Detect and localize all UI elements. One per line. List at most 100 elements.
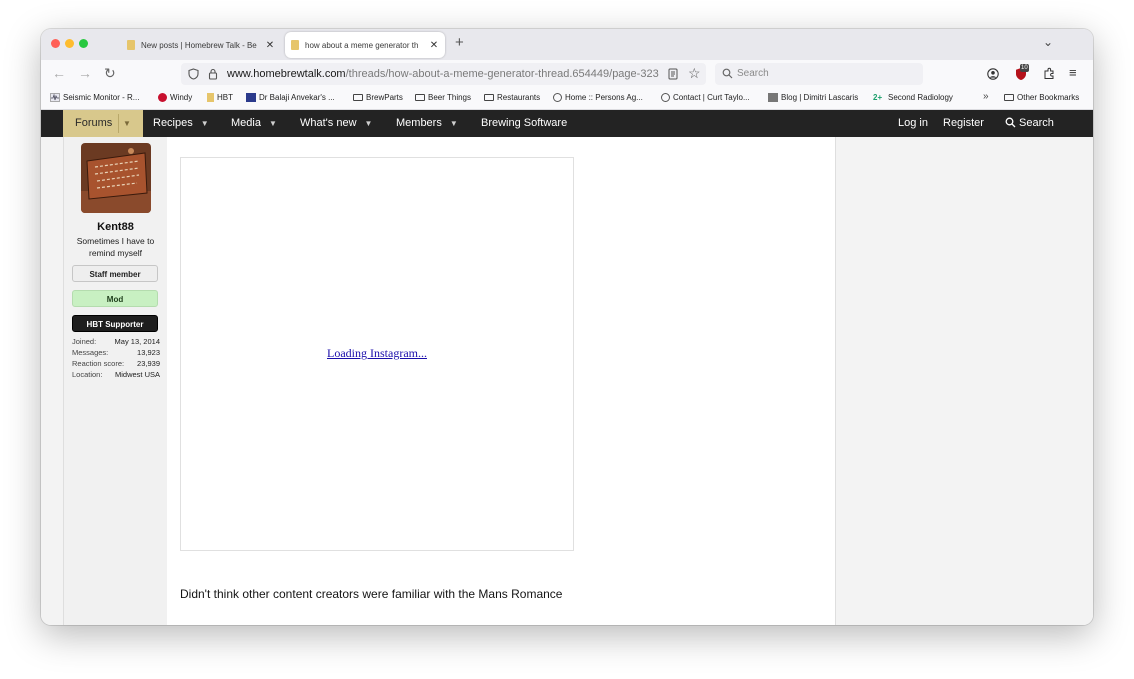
back-arrow-icon[interactable]: ←	[52, 65, 66, 81]
mod-badge: Mod	[72, 290, 158, 307]
ublock-extension-icon[interactable]: 10	[1015, 64, 1029, 81]
staff-member-badge: Staff member	[72, 265, 158, 282]
username[interactable]: Kent88	[64, 221, 167, 233]
close-tab-icon[interactable]: ✕	[265, 40, 275, 51]
forward-arrow-icon[interactable]: →	[78, 65, 92, 81]
stat-reaction-score: Reaction score: 23,939	[72, 359, 160, 370]
url-bar[interactable]: www.homebrewtalk.com/threads/how-about-a…	[181, 63, 706, 85]
post-body: Loading Instagram... Didn't think other …	[167, 137, 835, 625]
bookmark-dr-balaji[interactable]: Dr Balaji Anvekar's ...	[246, 93, 335, 102]
site-search-label: Search	[1019, 117, 1054, 129]
site-logo-icon	[553, 93, 562, 102]
bookmark-curt-taylor[interactable]: Contact | Curt Taylo...	[661, 93, 750, 102]
loading-instagram-link[interactable]: Loading Instagram...	[181, 346, 573, 361]
bookmark-beer-things[interactable]: Beer Things	[415, 93, 471, 102]
nav-forums[interactable]: Forums ▼	[63, 110, 143, 137]
avatar[interactable]	[81, 143, 151, 213]
tab-new-posts[interactable]: New posts | Homebrew Talk - Be ✕	[121, 32, 281, 58]
stat-joined: Joined: May 13, 2014	[72, 337, 160, 348]
beer-favicon-icon	[291, 40, 299, 50]
stat-messages: Messages: 13,923	[72, 348, 160, 359]
reload-icon[interactable]: ↻	[104, 65, 116, 81]
avatar-image	[81, 143, 151, 213]
close-window-button[interactable]	[51, 39, 60, 48]
list-tabs-chevron-icon[interactable]: ⌄	[1043, 35, 1053, 49]
beer-favicon-icon	[207, 93, 214, 102]
web-search-field[interactable]: Search	[715, 63, 923, 85]
nav-media-label: Media	[231, 117, 261, 129]
windy-logo-icon	[158, 93, 167, 102]
nav-whats-new-label: What's new	[300, 117, 357, 129]
bookmark-label: Home :: Persons Ag...	[565, 93, 643, 102]
bookmark-restaurants[interactable]: Restaurants	[484, 93, 540, 102]
minimize-window-button[interactable]	[65, 39, 74, 48]
dropdown-caret-icon[interactable]: ▼	[450, 119, 458, 128]
extension-badge-count: 10	[1020, 64, 1029, 72]
account-icon[interactable]	[987, 68, 999, 80]
stat-value: 23,939	[137, 359, 160, 368]
bookmark-label: Beer Things	[428, 93, 471, 102]
other-bookmarks-folder[interactable]: Other Bookmarks	[1004, 93, 1079, 102]
bookmark-dimitri-lascaris[interactable]: Blog | Dimitri Lascaris	[768, 93, 858, 102]
nav-members-label: Members	[396, 117, 442, 129]
login-link[interactable]: Log in	[898, 110, 928, 137]
folder-icon	[484, 94, 494, 101]
forums-dropdown-caret-icon[interactable]: ▼	[123, 110, 131, 137]
folder-icon	[1004, 94, 1014, 101]
more-bookmarks-chevron-icon[interactable]: »	[983, 91, 989, 102]
bookmark-windy[interactable]: Windy	[158, 93, 192, 102]
lock-icon[interactable]	[208, 68, 218, 80]
search-icon	[722, 68, 733, 79]
bookmark-label: Other Bookmarks	[1017, 93, 1080, 102]
user-title: Sometimes I have to remind myself	[76, 236, 155, 258]
search-icon	[1005, 117, 1016, 128]
post-user-panel: Kent88 Sometimes I have to remind myself…	[63, 137, 168, 625]
site-search-button[interactable]: Search	[1005, 110, 1054, 137]
bookmark-label: BrewParts	[366, 93, 403, 102]
dropdown-caret-icon[interactable]: ▼	[269, 119, 277, 128]
register-link[interactable]: Register	[943, 110, 984, 137]
tab-strip: New posts | Homebrew Talk - Be ✕ how abo…	[41, 29, 1093, 60]
post-text: Didn't think other content creators were…	[180, 587, 563, 601]
close-tab-icon[interactable]: ✕	[429, 40, 439, 51]
tracking-shield-icon[interactable]	[188, 68, 199, 80]
bookmark-brewparts[interactable]: BrewParts	[353, 93, 403, 102]
site-navigation: Forums ▼ Recipes ▼ Media ▼ What's new ▼ Mem…	[41, 110, 1093, 137]
url-path: /threads/how-about-a-meme-generator-thre…	[345, 68, 659, 80]
nav-media[interactable]: Media ▼	[231, 110, 277, 137]
nav-members[interactable]: Members ▼	[396, 110, 458, 137]
new-tab-icon[interactable]: +	[455, 34, 464, 51]
tab-title: New posts | Homebrew Talk - Be	[141, 40, 257, 50]
nav-recipes[interactable]: Recipes ▼	[153, 110, 209, 137]
dropdown-caret-icon[interactable]: ▼	[365, 119, 373, 128]
bookmark-star-icon[interactable]: ☆	[688, 65, 701, 82]
stat-label: Messages:	[72, 348, 109, 357]
bookmark-second-radiology[interactable]: 2+ Second Radiology	[873, 93, 953, 102]
extensions-puzzle-icon[interactable]	[1043, 67, 1056, 80]
bookmark-label: Contact | Curt Taylo...	[673, 93, 750, 102]
bookmarks-toolbar: Seismic Monitor - R... Windy HBT Dr Bala…	[41, 88, 1093, 110]
stat-location: Location: Midwest USA	[72, 370, 160, 381]
page-content: Kent88 Sometimes I have to remind myself…	[41, 137, 1093, 625]
nav-recipes-label: Recipes	[153, 117, 193, 129]
browser-window: New posts | Homebrew Talk - Be ✕ how abo…	[41, 29, 1093, 625]
site-logo-icon	[246, 93, 256, 102]
bookmark-hbt[interactable]: HBT	[207, 93, 233, 102]
nav-whats-new[interactable]: What's new ▼	[300, 110, 372, 137]
stat-label: Location:	[72, 370, 103, 379]
folder-icon	[415, 94, 425, 101]
bookmark-label: Restaurants	[497, 93, 541, 102]
reader-view-icon[interactable]	[668, 68, 678, 80]
bookmark-label: Blog | Dimitri Lascaris	[781, 93, 859, 102]
zoom-window-button[interactable]	[79, 39, 88, 48]
bookmark-home-persons[interactable]: Home :: Persons Ag...	[553, 93, 643, 102]
tab-meme-generator[interactable]: how about a meme generator th ✕	[285, 32, 445, 58]
tab-title: how about a meme generator th	[305, 40, 419, 50]
nav-brewing-software[interactable]: Brewing Software	[481, 110, 567, 137]
stat-label: Joined:	[72, 337, 97, 346]
beer-favicon-icon	[127, 40, 135, 50]
app-menu-icon[interactable]: ≡	[1069, 65, 1077, 80]
bookmark-seismic-monitor[interactable]: Seismic Monitor - R...	[50, 93, 139, 102]
stat-value[interactable]: Midwest USA	[115, 370, 160, 379]
dropdown-caret-icon[interactable]: ▼	[201, 119, 209, 128]
